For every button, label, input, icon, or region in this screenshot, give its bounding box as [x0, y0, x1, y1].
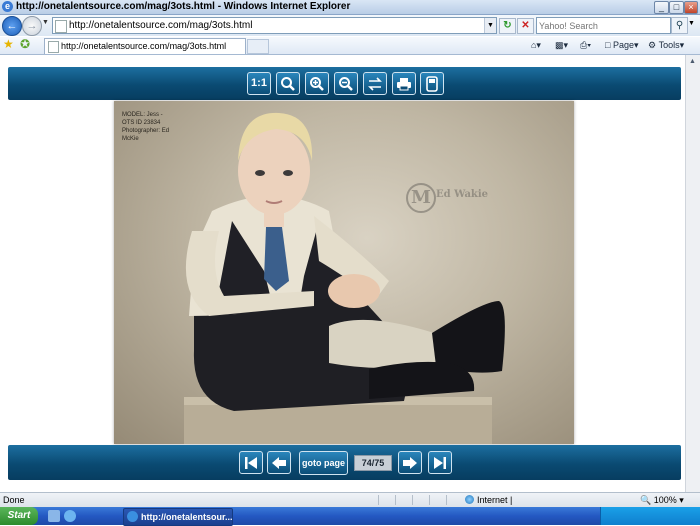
tab-active[interactable]: http://onetalentsource.com/mag/3ots.html: [44, 38, 246, 54]
close-button[interactable]: ×: [684, 1, 698, 14]
page-number-indicator[interactable]: 74/75: [354, 455, 392, 471]
page-menu[interactable]: □ Page▾: [605, 38, 639, 53]
printer-icon[interactable]: [392, 72, 416, 95]
search-field[interactable]: [536, 17, 671, 34]
recent-pages-dropdown[interactable]: ▼: [42, 19, 49, 26]
forward-button[interactable]: →: [22, 16, 42, 36]
address-url[interactable]: http://onetalentsource.com/mag/3ots.html: [69, 18, 252, 33]
stop-button[interactable]: ✕: [517, 18, 534, 34]
zoom-label: 100%: [653, 495, 677, 505]
page-menu-label: Page: [612, 40, 634, 50]
taskbar-item-ie[interactable]: http://onetalentsour...: [123, 508, 233, 526]
tab-label: http://onetalentsource.com/mag/3ots.html: [61, 41, 227, 51]
status-bar: Done Internet | 🔍 100% ▾: [0, 492, 700, 507]
add-favorites-icon[interactable]: ✪: [20, 37, 30, 51]
status-pane: [446, 495, 461, 505]
goto-page-button[interactable]: goto page: [299, 451, 348, 475]
status-pane: [378, 495, 393, 505]
vertical-scrollbar[interactable]: [685, 55, 700, 492]
zoom-level[interactable]: 🔍 100% ▾: [640, 493, 684, 507]
print-icon[interactable]: ⎙▾: [580, 38, 591, 53]
taskbar-item-label: http://onetalentsour...: [141, 512, 233, 522]
magnifier-icon[interactable]: [276, 72, 300, 95]
previous-page-icon[interactable]: [267, 451, 291, 474]
first-page-icon[interactable]: [239, 451, 263, 474]
title-bar: e http://onetalentsource.com/mag/3ots.ht…: [0, 0, 700, 15]
system-tray: [600, 507, 700, 525]
status-pane: [395, 495, 410, 505]
feeds-icon[interactable]: ▩▾: [555, 38, 568, 53]
actual-size-button[interactable]: 1:1: [247, 72, 271, 95]
status-pane: [429, 495, 444, 505]
last-page-icon[interactable]: [428, 451, 452, 474]
zoom-out-icon[interactable]: [334, 72, 358, 95]
watermark-logo-icon: M: [406, 183, 436, 213]
child-model-illustration: [184, 112, 505, 444]
address-toolbar: ← → ▼ http://onetalentsource.com/mag/3ot…: [0, 15, 700, 36]
ie-quicklaunch-icon[interactable]: [64, 510, 76, 522]
new-tab-button[interactable]: [247, 39, 269, 54]
next-page-icon[interactable]: [398, 451, 422, 474]
globe-icon: [465, 495, 474, 504]
favorites-star-icon[interactable]: ★: [3, 37, 14, 51]
window-title: http://onetalentsource.com/mag/3ots.html…: [16, 1, 351, 12]
magazine-page-photo: MODEL: Jess - OTS ID 23834 Photographer:…: [114, 101, 574, 444]
tools-menu[interactable]: ⚙ Tools▾: [648, 38, 684, 53]
photographer-watermark: M Ed Wakie: [406, 183, 506, 213]
tab-bar: ★ ✪ http://onetalentsource.com/mag/3ots.…: [0, 37, 700, 55]
minimize-button[interactable]: _: [654, 1, 669, 14]
disk-icon[interactable]: [420, 72, 444, 95]
show-desktop-icon[interactable]: [48, 510, 60, 522]
start-button[interactable]: Start: [0, 507, 38, 525]
watermark-text: Ed Wakie: [436, 189, 489, 200]
maximize-button[interactable]: □: [669, 1, 684, 14]
photo-caption: MODEL: Jess - OTS ID 23834 Photographer:…: [122, 112, 170, 142]
refresh-button[interactable]: ↻: [499, 18, 516, 34]
search-input[interactable]: [539, 19, 667, 32]
status-pane: [412, 495, 427, 505]
search-button[interactable]: ⚲: [671, 17, 688, 34]
scroll-up-arrow-icon[interactable]: ▲: [686, 56, 699, 68]
windows-taskbar: Start http://onetalentsour...: [0, 507, 700, 526]
home-icon[interactable]: ⌂▾: [531, 38, 541, 53]
page-icon: [55, 20, 67, 33]
back-button[interactable]: ←: [2, 16, 22, 36]
search-options-dropdown[interactable]: ▼: [688, 20, 695, 27]
address-field[interactable]: http://onetalentsource.com/mag/3ots.html…: [52, 17, 497, 34]
status-text: Done: [3, 495, 25, 505]
zoom-in-icon[interactable]: [305, 72, 329, 95]
ie-logo-icon: e: [2, 1, 13, 12]
address-dropdown[interactable]: ▼: [484, 18, 496, 33]
swap-icon[interactable]: [363, 72, 387, 95]
zone-label: Internet |: [477, 495, 513, 505]
security-zone[interactable]: Internet |: [465, 493, 512, 507]
ie-icon: [127, 511, 138, 522]
page-icon: [48, 41, 59, 53]
tools-menu-label: Tools: [658, 40, 680, 50]
